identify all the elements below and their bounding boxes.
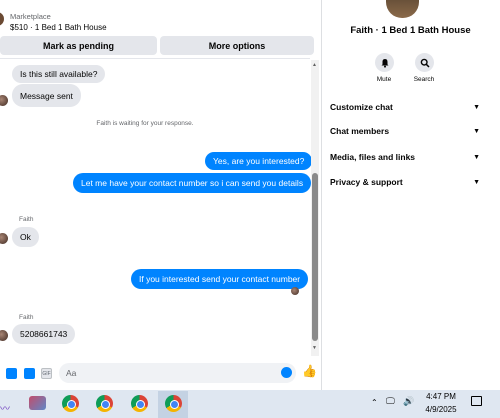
gif-icon[interactable]: GIF bbox=[41, 368, 52, 379]
app-swoosh-icon[interactable]: 〰 bbox=[0, 400, 10, 415]
sender-avatar bbox=[0, 95, 8, 106]
chevron-down-icon: ▼ bbox=[473, 127, 480, 135]
listing-title[interactable]: $510 · 1 Bed 1 Bath House bbox=[10, 23, 107, 32]
sender-name: Faith bbox=[19, 216, 34, 223]
chrome-icon[interactable] bbox=[165, 395, 182, 412]
message-outgoing: If you interested send your contact numb… bbox=[131, 269, 309, 289]
section-label: Customize chat bbox=[330, 102, 393, 112]
message-outgoing: Yes, are you interested? bbox=[205, 152, 313, 170]
search-icon bbox=[420, 58, 430, 68]
scrollbar-thumb[interactable] bbox=[312, 173, 318, 341]
section-chat-members[interactable]: Chat members ▼ bbox=[330, 124, 480, 138]
search-label: Search bbox=[413, 76, 435, 83]
chevron-up-icon[interactable]: ⌃ bbox=[371, 398, 378, 407]
conversation-title: Faith · 1 Bed 1 Bath House bbox=[350, 25, 471, 36]
message-incoming: Ok bbox=[12, 227, 39, 247]
section-media-files-links[interactable]: Media, files and links ▼ bbox=[330, 150, 480, 164]
mute-button[interactable] bbox=[375, 53, 394, 72]
section-label: Media, files and links bbox=[330, 152, 416, 162]
message-list: Is this still available? Message sent Fa… bbox=[0, 58, 313, 360]
emoji-icon[interactable] bbox=[281, 367, 292, 378]
system-note: Faith is waiting for your response. bbox=[96, 120, 194, 127]
section-label: Privacy & support bbox=[330, 177, 403, 187]
message-input[interactable]: Aa bbox=[59, 363, 296, 383]
bell-icon bbox=[381, 58, 388, 68]
chevron-down-icon: ▼ bbox=[473, 153, 480, 161]
listing-source: Marketplace bbox=[10, 12, 51, 21]
mute-label: Mute bbox=[376, 76, 392, 83]
section-label: Chat members bbox=[330, 126, 390, 136]
chrome-icon[interactable] bbox=[131, 395, 148, 412]
scroll-down-icon[interactable]: ▼ bbox=[312, 345, 317, 351]
sender-avatar bbox=[0, 330, 8, 341]
listing-thumbnail bbox=[0, 12, 4, 26]
message-incoming: Message sent bbox=[12, 84, 81, 107]
notification-icon[interactable] bbox=[471, 396, 482, 406]
photo-icon[interactable] bbox=[6, 368, 17, 379]
mark-as-pending-button[interactable]: Mark as pending bbox=[0, 36, 157, 55]
clock-time[interactable]: 4:47 PM bbox=[421, 392, 461, 401]
section-privacy-support[interactable]: Privacy & support ▼ bbox=[330, 175, 480, 189]
thumbs-up-icon[interactable]: 👍 bbox=[302, 365, 317, 377]
sender-name: Faith bbox=[19, 314, 34, 321]
network-icon[interactable]: 🖵 bbox=[386, 396, 395, 407]
message-outgoing: Let me have your contact number so i can… bbox=[73, 173, 312, 193]
more-options-button[interactable]: More options bbox=[160, 36, 314, 55]
chat-pane: Marketplace $510 · 1 Bed 1 Bath House Ma… bbox=[0, 0, 321, 390]
scroll-up-icon[interactable]: ▲ bbox=[312, 62, 317, 68]
sender-avatar bbox=[0, 233, 8, 244]
clock-date[interactable]: 4/9/2025 bbox=[421, 405, 461, 414]
sticker-icon[interactable] bbox=[24, 368, 35, 379]
seen-receipt-avatar bbox=[291, 287, 299, 295]
volume-icon[interactable]: 🔊 bbox=[403, 396, 414, 407]
info-pane bbox=[321, 0, 500, 390]
chevron-down-icon: ▼ bbox=[473, 103, 480, 111]
listing-header[interactable]: Marketplace $510 · 1 Bed 1 Bath House bbox=[0, 0, 321, 36]
chrome-icon[interactable] bbox=[62, 395, 79, 412]
chrome-icon[interactable] bbox=[96, 395, 113, 412]
taskbar-app-icon[interactable] bbox=[29, 396, 46, 410]
search-button[interactable] bbox=[415, 53, 434, 72]
section-customize-chat[interactable]: Customize chat ▼ bbox=[330, 100, 480, 114]
message-incoming: 5208661743 bbox=[12, 324, 76, 344]
message-incoming: Is this still available? bbox=[12, 65, 106, 83]
chevron-down-icon: ▼ bbox=[473, 178, 480, 186]
